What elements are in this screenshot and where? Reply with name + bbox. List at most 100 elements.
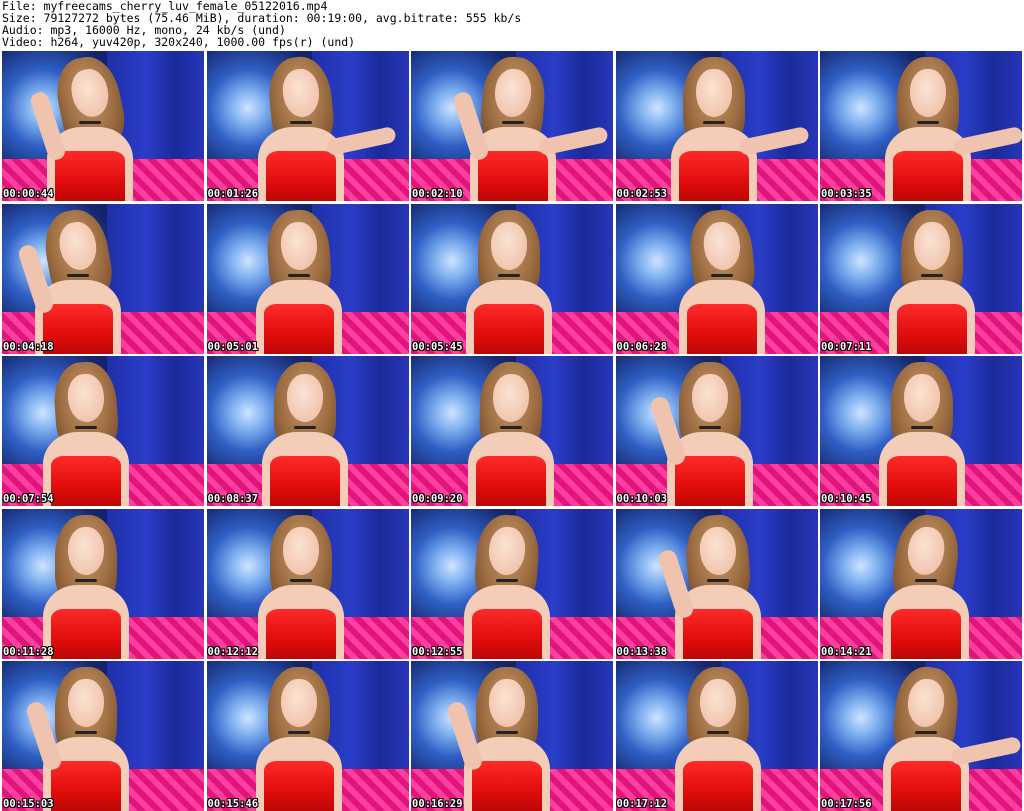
red-dress	[686, 303, 757, 354]
choker	[287, 273, 310, 277]
frame-timestamp: 00:07:11	[821, 340, 872, 353]
face	[691, 374, 728, 422]
video-thumbnail: 00:12:12	[206, 508, 409, 659]
red-dress	[682, 608, 753, 659]
face	[68, 679, 104, 727]
frame-timestamp: 00:15:03	[3, 798, 54, 810]
frame-timestamp: 00:16:29	[412, 798, 463, 810]
video-thumbnail: 00:09:20	[411, 356, 613, 506]
choker	[67, 273, 89, 277]
choker	[496, 578, 518, 582]
choker	[289, 578, 312, 582]
red-dress	[263, 303, 334, 354]
choker	[502, 121, 524, 124]
choker	[710, 273, 733, 277]
thumbnail-grid: 00:00:44 00:01:26 00:02:10 00:02:53 00:0…	[2, 51, 1022, 811]
frame-timestamp: 00:12:12	[207, 645, 259, 658]
choker	[915, 731, 937, 734]
red-dress	[682, 761, 753, 811]
red-dress	[55, 151, 125, 201]
video-thumbnail: 00:02:53	[615, 51, 818, 201]
video-thumbnail: 00:02:10	[411, 51, 613, 201]
video-thumbnail: 00:13:38	[615, 508, 818, 659]
red-dress	[51, 456, 121, 506]
video-info: Video: h264, yuv420p, 320x240, 1000.00 f…	[2, 35, 356, 49]
red-dress	[478, 151, 548, 201]
choker	[289, 121, 312, 124]
choker	[498, 273, 520, 277]
red-dress	[263, 761, 334, 811]
frame-timestamp: 00:05:01	[207, 340, 259, 353]
choker	[706, 731, 729, 734]
red-dress	[265, 151, 336, 201]
red-dress	[269, 456, 340, 506]
video-thumbnail: 00:15:03	[2, 661, 204, 811]
video-thumbnail: 00:06:28	[615, 203, 818, 354]
video-thumbnail: 00:05:45	[411, 203, 613, 354]
frame-timestamp: 00:17:12	[616, 798, 668, 810]
red-dress	[51, 608, 121, 659]
choker	[702, 121, 725, 124]
choker	[75, 578, 97, 582]
face	[914, 221, 950, 270]
video-thumbnail: 00:10:45	[820, 356, 1022, 506]
choker	[698, 426, 721, 429]
red-dress	[51, 761, 121, 811]
red-dress	[891, 761, 961, 811]
red-dress	[678, 151, 749, 201]
video-thumbnail: 00:10:03	[615, 356, 818, 506]
file-info-header: File: myfreecams_cherry_luv_female_05122…	[2, 0, 1022, 50]
face	[910, 69, 946, 117]
video-thumbnail: 00:17:12	[615, 661, 818, 811]
choker	[500, 426, 522, 429]
face	[699, 679, 736, 727]
face	[282, 526, 319, 575]
red-dress	[474, 303, 544, 354]
red-dress	[893, 151, 963, 201]
frame-timestamp: 00:01:26	[207, 188, 259, 200]
choker	[79, 121, 101, 124]
frame-timestamp: 00:17:56	[821, 798, 872, 810]
video-thumbnail: 00:04:18	[2, 203, 204, 354]
choker	[293, 426, 316, 429]
choker	[921, 273, 943, 277]
choker	[706, 578, 729, 582]
video-thumbnail: 00:05:01	[206, 203, 409, 354]
frame-timestamp: 00:04:18	[3, 340, 54, 353]
face	[491, 221, 527, 270]
frame-timestamp: 00:15:46	[207, 798, 259, 810]
video-thumbnail: 00:12:55	[411, 508, 613, 659]
red-dress	[674, 456, 745, 506]
video-thumbnail: 00:17:56	[820, 661, 1022, 811]
face	[904, 374, 940, 422]
red-dress	[472, 761, 542, 811]
frame-timestamp: 00:09:20	[412, 493, 463, 505]
red-dress	[897, 303, 967, 354]
video-thumbnail: 00:00:44	[2, 51, 204, 201]
choker	[496, 731, 518, 734]
video-thumbnail: 00:11:28	[2, 508, 204, 659]
frame-timestamp: 00:10:45	[821, 493, 872, 505]
video-thumbnail: 00:03:35	[820, 51, 1022, 201]
video-thumbnail: 00:14:21	[820, 508, 1022, 659]
face	[286, 374, 323, 422]
face	[489, 679, 525, 727]
choker	[911, 426, 933, 429]
video-thumbnail: 00:07:11	[820, 203, 1022, 354]
frame-timestamp: 00:13:38	[616, 645, 668, 658]
choker	[75, 426, 97, 429]
red-dress	[891, 608, 961, 659]
red-dress	[887, 456, 957, 506]
red-dress	[472, 608, 542, 659]
frame-timestamp: 00:05:45	[412, 340, 463, 353]
red-dress	[265, 608, 336, 659]
red-dress	[476, 456, 546, 506]
choker	[287, 731, 310, 734]
frame-timestamp: 00:12:55	[412, 645, 463, 658]
face	[68, 526, 104, 575]
frame-timestamp: 00:10:03	[616, 493, 668, 505]
frame-timestamp: 00:06:28	[616, 340, 668, 353]
face	[280, 679, 317, 727]
face	[695, 69, 732, 117]
frame-timestamp: 00:11:28	[3, 645, 54, 658]
